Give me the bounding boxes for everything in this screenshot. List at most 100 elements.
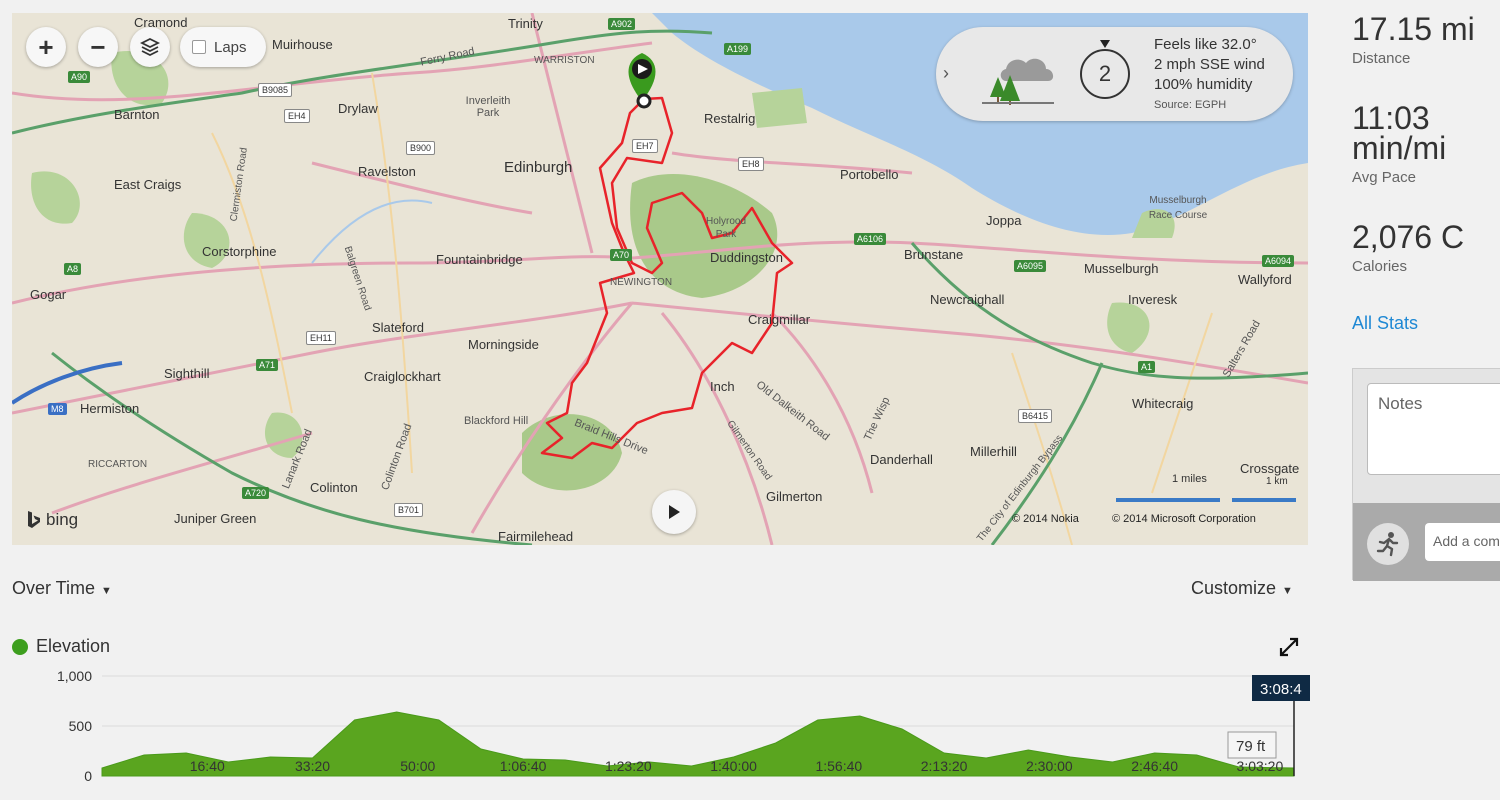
notes-placeholder: Notes xyxy=(1378,394,1423,413)
runner-avatar xyxy=(1367,523,1409,565)
pace-label: Avg Pace xyxy=(1352,169,1416,186)
map-place-label: Holyrood Park xyxy=(705,216,747,240)
scale-km-label: 1 km xyxy=(1266,476,1288,487)
map-place-label: Blackford Hill xyxy=(464,415,529,427)
weather-feels-like: Feels like 32.0° xyxy=(1154,36,1257,53)
chart-legend[interactable]: Elevation xyxy=(12,636,110,657)
calories-value: 2,076 C xyxy=(1352,219,1465,255)
road-shield: A90 xyxy=(68,71,91,83)
road-shield: B701 xyxy=(394,503,424,517)
map-place-label: Millerhill xyxy=(970,444,1017,459)
comment-placeholder: Add a com xyxy=(1433,533,1500,549)
scale-miles-label: 1 miles xyxy=(1172,473,1207,485)
map-place-label: Duddingston xyxy=(710,250,783,265)
weather-panel[interactable]: › 2 Feels like 32.0° 2 mph SSE wind 100%… xyxy=(936,27,1293,121)
map-place-label: Edinburgh xyxy=(504,159,573,176)
customize-label: Customize xyxy=(1191,578,1277,598)
x-tick-label: 3:03:20 xyxy=(1237,758,1284,774)
zoom-out-button[interactable]: − xyxy=(78,27,118,67)
bing-logo: bing xyxy=(26,510,78,530)
road-shield: EH11 xyxy=(306,331,336,345)
map-area-label: RICCARTON xyxy=(88,459,148,470)
map-place-label: Craigmillar xyxy=(748,312,811,327)
scale-bar-miles xyxy=(1116,498,1220,502)
map-place-label: Portobello xyxy=(840,167,899,182)
x-tick-label: 33:20 xyxy=(295,758,330,774)
map-place-label: Trinity xyxy=(508,16,543,31)
map-place-label: Inverleith Park xyxy=(465,95,511,119)
map-place-label: Newcraighall xyxy=(930,292,1005,307)
laps-toggle[interactable]: Laps xyxy=(180,27,266,67)
chevron-right-icon[interactable]: › xyxy=(943,63,949,84)
copyright-microsoft: © 2014 Microsoft Corporation xyxy=(1112,513,1256,525)
road-shield: A70 xyxy=(610,249,633,261)
map-place-label: Gogar xyxy=(30,287,67,302)
route-map[interactable]: Edinburgh Cramond Muirhouse Trinity Barn… xyxy=(12,13,1308,545)
over-time-label: Over Time xyxy=(12,578,96,598)
map-area-label: WARRISTON xyxy=(534,55,595,66)
elevation-series-area[interactable] xyxy=(101,711,1295,777)
x-tick-label: 2:30:00 xyxy=(1026,758,1073,774)
map-place-label: Wallyford xyxy=(1238,272,1292,287)
map-place-label: Musselburgh Race Course xyxy=(1148,195,1208,221)
road-shield: A1 xyxy=(1138,361,1156,373)
caret-down-icon: ▼ xyxy=(101,585,112,597)
map-place-label: East Craigs xyxy=(114,177,182,192)
map-layers-button[interactable] xyxy=(130,27,170,67)
map-place-label: Drylaw xyxy=(338,101,378,116)
x-tick-label: 2:13:20 xyxy=(921,758,968,774)
calories-label: Calories xyxy=(1352,258,1408,275)
all-stats-link[interactable]: All Stats xyxy=(1352,313,1418,334)
bing-icon xyxy=(28,511,40,528)
road-shield: A6094 xyxy=(1262,255,1295,267)
elevation-chart[interactable]: 1,000 500 0 16:40 33:20 50:00 1:06:40 1:23:20 1:… xyxy=(0,660,1310,800)
cloud-forest-icon xyxy=(982,58,1054,105)
y-tick-label: 500 xyxy=(69,718,93,734)
map-area-label: NEWINGTON xyxy=(610,277,673,288)
map-place-label: Juniper Green xyxy=(174,511,257,526)
x-tick-label: 1:23:20 xyxy=(605,758,652,774)
minus-icon: − xyxy=(90,32,106,62)
road-shield: A8 xyxy=(64,263,82,275)
map-place-label: Danderhall xyxy=(870,452,933,467)
comment-input[interactable]: Add a com xyxy=(1425,523,1500,561)
map-place-label: Inch xyxy=(710,379,735,394)
road-shield: EH8 xyxy=(738,157,764,171)
copyright-nokia: © 2014 Nokia xyxy=(1012,513,1079,525)
y-tick-label: 0 xyxy=(84,768,92,784)
play-route-button[interactable] xyxy=(652,490,696,534)
expand-icon[interactable] xyxy=(1278,636,1300,658)
road-shield: EH4 xyxy=(284,109,310,123)
wind-direction-icon xyxy=(1100,40,1110,48)
legend-label: Elevation xyxy=(36,636,111,656)
map-place-label: Craiglockhart xyxy=(364,369,441,384)
pace-value: 11:03 xyxy=(1352,100,1430,136)
x-tick-label: 1:40:00 xyxy=(710,758,757,774)
map-place-label: Gilmerton xyxy=(766,489,823,504)
zoom-in-button[interactable]: + xyxy=(26,27,66,67)
map-place-label: Sighthill xyxy=(164,366,210,381)
weather-wind: 2 mph SSE wind xyxy=(1154,56,1265,73)
map-place-label: Joppa xyxy=(986,213,1022,228)
weather-humidity: 100% humidity xyxy=(1154,76,1253,93)
distance-label: Distance xyxy=(1352,50,1411,67)
weather-source: Source: EGPH xyxy=(1154,99,1227,111)
laps-checkbox[interactable] xyxy=(192,40,206,54)
notes-panel: Notes Add a com xyxy=(1352,368,1500,581)
scale-bar-km xyxy=(1232,498,1296,502)
wind-indicator: 2 xyxy=(1080,49,1130,99)
wind-speed: 2 xyxy=(1098,61,1112,86)
over-time-dropdown[interactable]: Over Time ▼ xyxy=(12,578,112,599)
map-place-label: Whitecraig xyxy=(1132,396,1194,411)
laps-label: Laps xyxy=(214,38,247,56)
map-place-label: Slateford xyxy=(372,320,425,335)
bing-text: bing xyxy=(46,510,79,529)
map-place-label: Fountainbridge xyxy=(436,252,523,267)
road-shield: B9085 xyxy=(258,83,293,97)
cursor-value-label: 79 ft xyxy=(1236,738,1266,755)
map-place-label: Hermiston xyxy=(80,401,140,416)
customize-dropdown[interactable]: Customize ▼ xyxy=(1191,578,1293,599)
road-shield: B6415 xyxy=(1018,409,1053,423)
road-shield: EH7 xyxy=(632,139,658,153)
notes-input[interactable]: Notes xyxy=(1367,383,1500,475)
